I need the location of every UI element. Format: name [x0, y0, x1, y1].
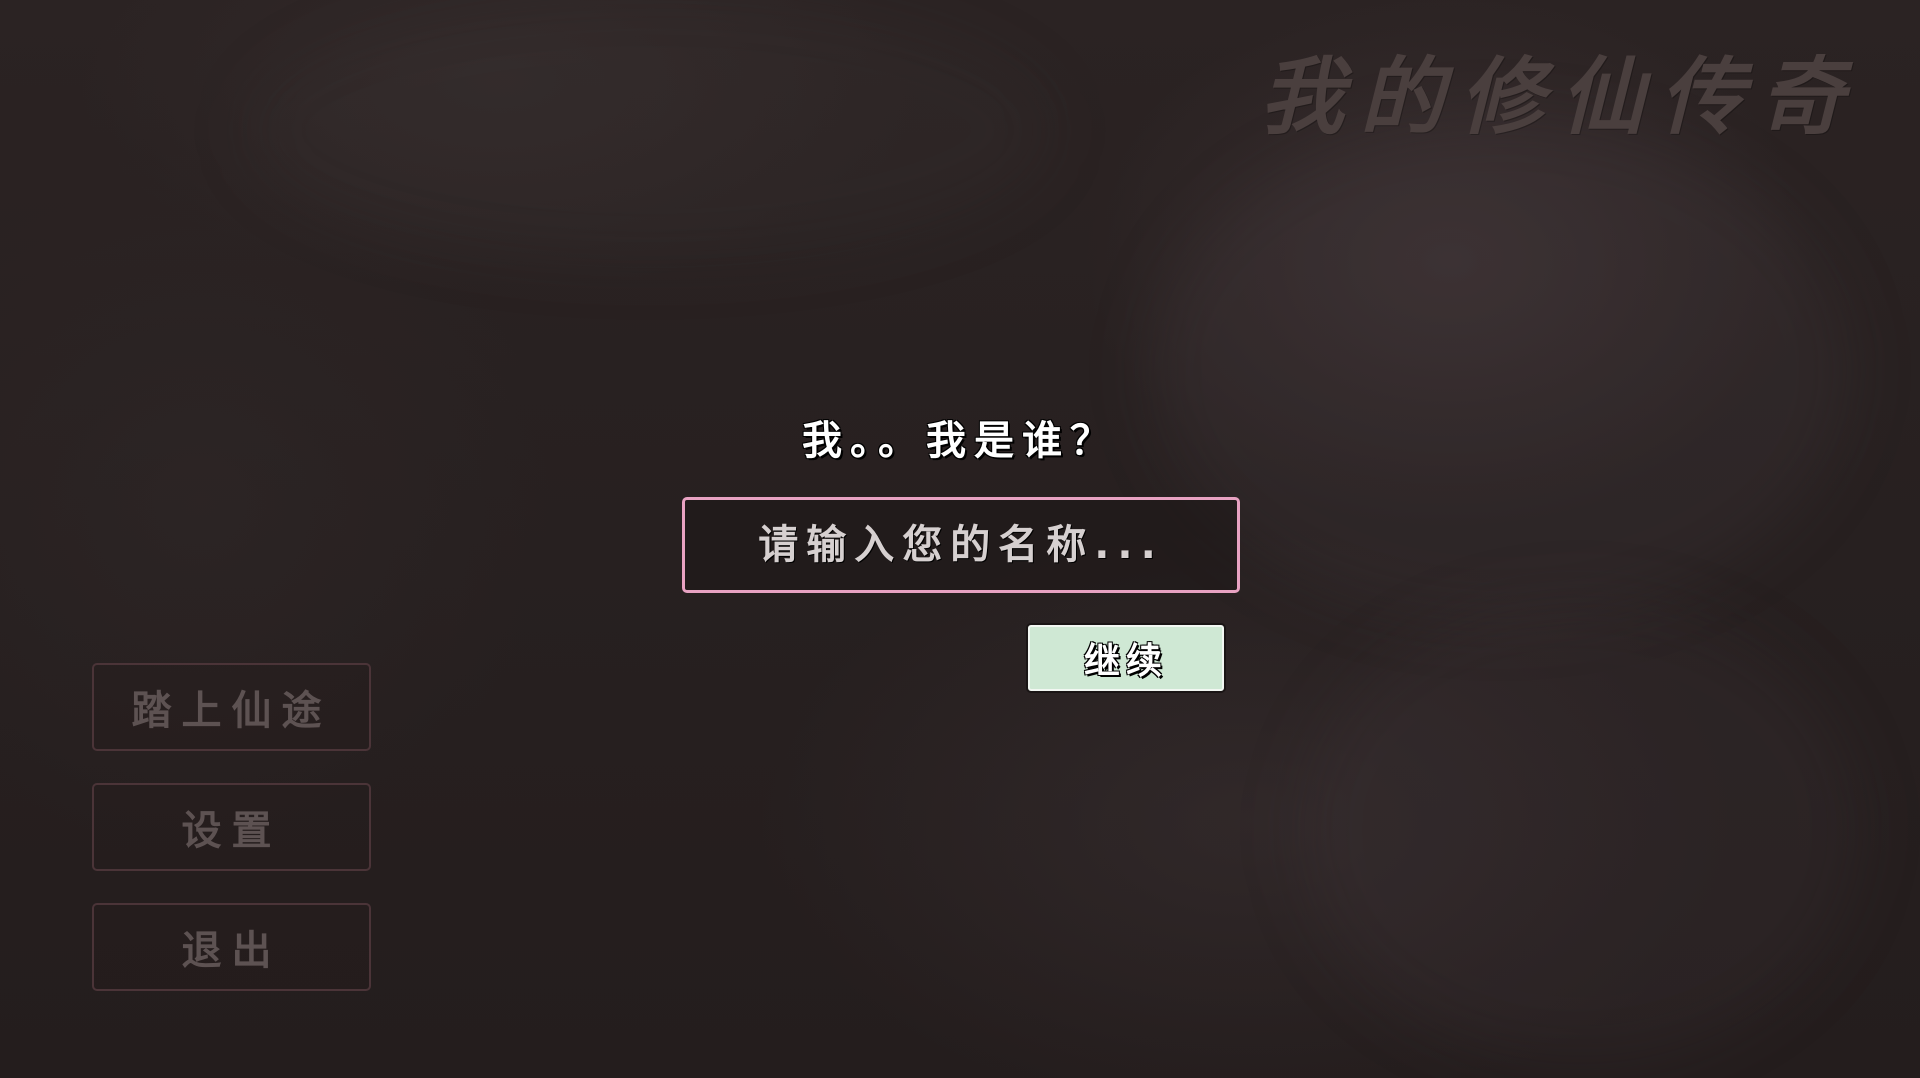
continue-button[interactable]: 继续	[1028, 625, 1224, 691]
game-main-screen: 我的修仙传奇 我。。我是谁？ 继续 踏上仙途 设置 退出	[0, 0, 1920, 1078]
main-menu: 踏上仙途 设置 退出	[92, 663, 371, 1023]
exit-button[interactable]: 退出	[92, 903, 371, 991]
background-mist	[1300, 600, 1860, 1060]
background-mist	[1150, 120, 1850, 620]
settings-button[interactable]: 设置	[92, 783, 371, 871]
name-prompt-question: 我。。我是谁？	[802, 418, 1118, 464]
start-journey-button[interactable]: 踏上仙途	[92, 663, 371, 751]
game-title: 我的修仙传奇	[1259, 47, 1860, 146]
player-name-input[interactable]	[682, 497, 1240, 593]
background-mist	[250, 0, 1050, 260]
